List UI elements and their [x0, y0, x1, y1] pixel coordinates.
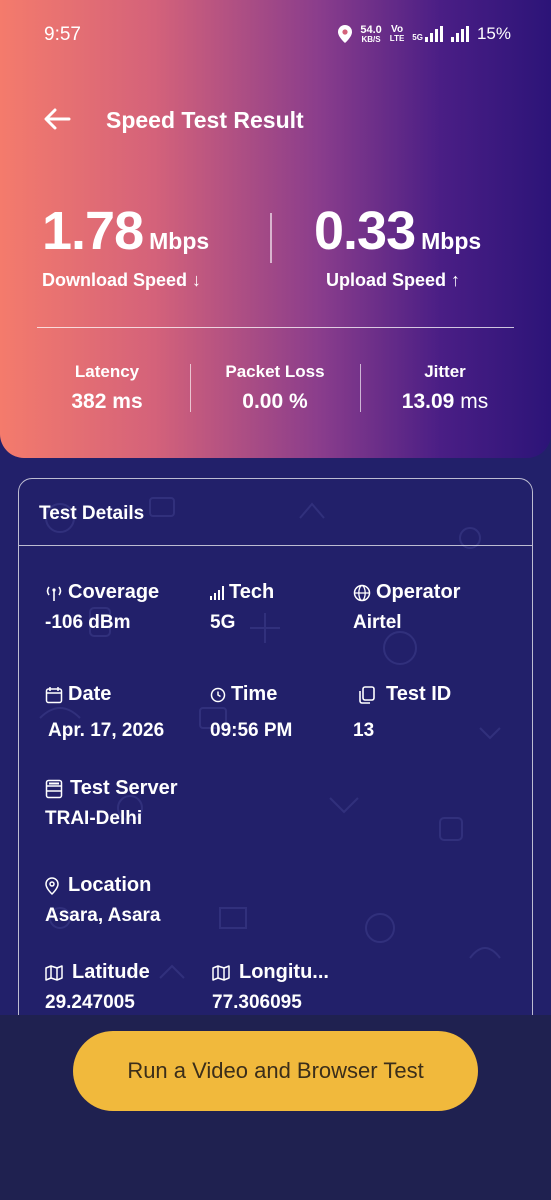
coverage-label: Coverage: [68, 581, 160, 603]
tech-label: Tech: [229, 581, 275, 603]
volte-indicator: Vo LTE: [389, 24, 405, 43]
battery-level: 15%: [476, 24, 511, 43]
status-time: 9:57: [44, 24, 81, 45]
upload-label: Upload Speed ↑: [326, 270, 461, 290]
results-header: 9:57 54.0 KB/S Vo LTE 5G 15% Speed Test …: [0, 0, 551, 458]
location-value: Asara, Asara: [45, 905, 161, 926]
signal-5g: 5G: [412, 26, 443, 42]
server-value: TRAI-Delhi: [45, 808, 143, 829]
page-title: Speed Test Result: [106, 107, 304, 133]
latency-value: 382: [71, 390, 107, 413]
packet-loss-metric: Packet Loss 0.00 %: [200, 362, 350, 414]
card-title: Test Details: [39, 503, 145, 524]
pin-icon: [45, 876, 59, 895]
tech-value: 5G: [210, 612, 236, 633]
latency-metric: Latency 382 ms: [32, 362, 182, 414]
calendar-icon: [45, 686, 63, 703]
download-block: 1.78 Mbps Download Speed ↓: [42, 200, 209, 291]
jitter-unit: ms: [460, 390, 489, 413]
antenna-icon: [46, 586, 62, 601]
signal-bars-icon: [424, 26, 443, 42]
metric-divider: [360, 364, 361, 412]
signal-bars-icon-2: [450, 26, 469, 42]
speed-divider: [270, 213, 272, 263]
test-details-card: Test Details Coverage -106 dBm Tech 5G O…: [18, 478, 533, 1040]
test-id-cell: Test ID 13: [353, 683, 452, 742]
latitude-label: Latitude: [72, 961, 150, 983]
date-label: Date: [68, 683, 112, 705]
signal-icon: [210, 585, 224, 600]
timer-icon: [210, 687, 226, 702]
upload-value: 0.33: [314, 201, 416, 261]
download-value: 1.78: [42, 201, 144, 261]
upload-block: 0.33 Mbps Upload Speed ↑: [314, 200, 481, 291]
coverage-cell: Coverage -106 dBm: [45, 581, 159, 634]
location-icon: [338, 25, 353, 43]
time-value: 09:56 PM: [210, 720, 293, 741]
download-label: Download Speed ↓: [42, 270, 202, 290]
jitter-label: Jitter: [424, 362, 466, 381]
location-cell: Location Asara, Asara: [45, 874, 160, 927]
packet-loss-unit: %: [289, 390, 308, 413]
location-label: Location: [68, 874, 152, 896]
operator-label: Operator: [376, 581, 461, 603]
time-label: Time: [231, 683, 278, 705]
status-icons: 54.0 KB/S Vo LTE 5G 15%: [338, 24, 511, 44]
coverage-value: -106 dBm: [45, 612, 131, 633]
status-bar: 9:57 54.0 KB/S Vo LTE 5G 15%: [0, 0, 551, 72]
download-unit: Mbps: [149, 228, 210, 254]
latency-label: Latency: [74, 362, 140, 381]
back-arrow-icon[interactable]: [42, 104, 72, 134]
run-video-browser-test-button[interactable]: Run a Video and Browser Test: [73, 1031, 478, 1111]
test-id-label: Test ID: [386, 683, 452, 705]
date-value: Apr. 17, 2026: [48, 720, 165, 741]
network-speed: 54.0 KB/S: [360, 23, 382, 44]
longitude-label: Longitu...: [239, 961, 329, 983]
tech-cell: Tech 5G: [210, 581, 274, 634]
server-icon: [45, 779, 63, 798]
metric-divider: [190, 364, 191, 412]
server-label: Test Server: [70, 777, 178, 799]
jitter-metric: Jitter 13.09 ms: [370, 362, 520, 414]
map-icon: [45, 964, 63, 981]
card-divider: [19, 545, 532, 546]
time-cell: Time 09:56 PM: [210, 683, 292, 742]
upload-unit: Mbps: [421, 228, 482, 254]
operator-value: Airtel: [353, 612, 402, 633]
packet-loss-label: Packet Loss: [225, 362, 325, 381]
packet-loss-value: 0.00: [242, 390, 284, 413]
server-cell: Test Server TRAI-Delhi: [45, 777, 177, 830]
header-divider: [37, 327, 514, 328]
copy-icon: [359, 685, 375, 704]
test-id-value: 13: [353, 720, 375, 741]
globe-icon: [353, 584, 371, 601]
date-cell: Date Apr. 17, 2026: [45, 683, 164, 742]
jitter-value: 13.09: [401, 390, 455, 413]
map-icon: [212, 964, 230, 981]
latency-unit: ms: [112, 390, 143, 413]
longitude-cell: Longitu... 77.306095: [212, 961, 329, 1014]
latitude-cell: Latitude 29.247005: [45, 961, 150, 1014]
longitude-value: 77.306095: [212, 992, 302, 1013]
latitude-value: 29.247005: [45, 992, 135, 1013]
operator-cell: Operator Airtel: [353, 581, 460, 634]
